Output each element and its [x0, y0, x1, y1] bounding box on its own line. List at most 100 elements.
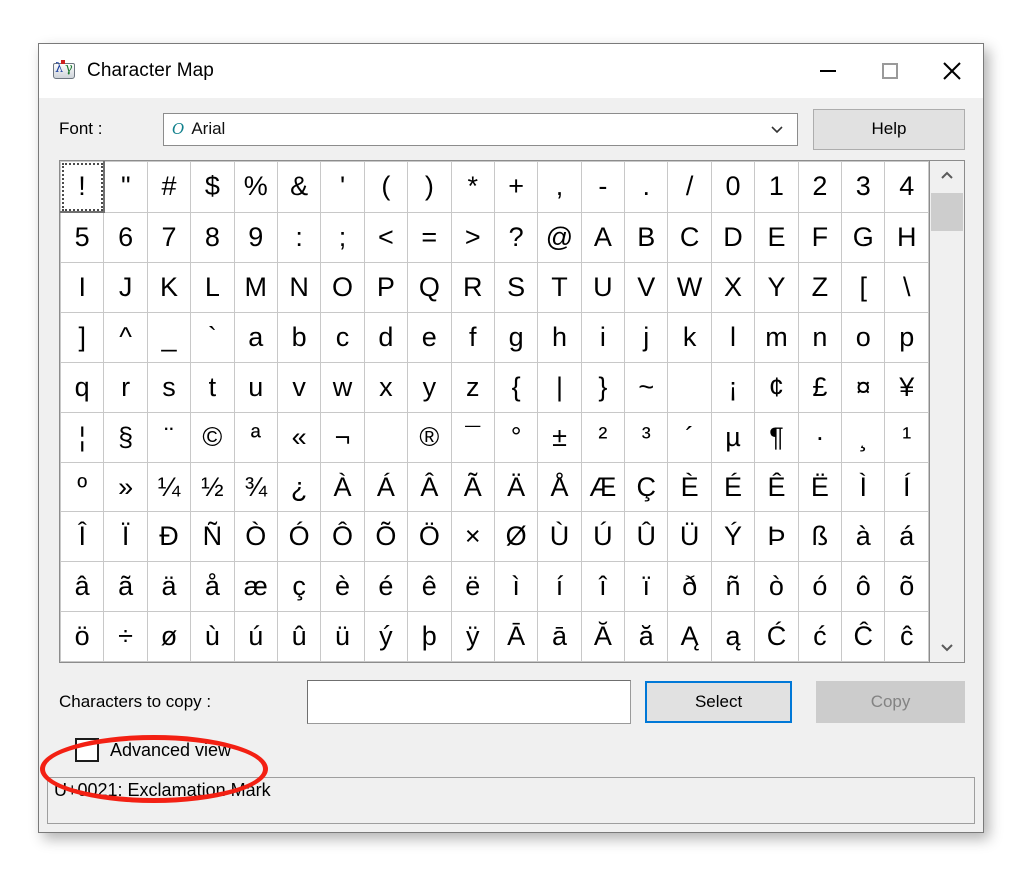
character-cell[interactable]: i: [580, 312, 626, 364]
character-cell[interactable]: Ð: [146, 511, 192, 563]
character-cell[interactable]: è: [320, 561, 365, 613]
character-cell[interactable]: 3: [841, 161, 886, 213]
character-cell[interactable]: Æ: [580, 461, 626, 513]
character-cell[interactable]: o: [841, 312, 886, 364]
character-cell[interactable]: Ä: [493, 461, 539, 513]
character-cell[interactable]: 6: [103, 211, 148, 264]
character-cell[interactable]: Â: [407, 461, 452, 513]
character-cell[interactable]: /: [667, 161, 712, 213]
character-cell[interactable]: Ñ: [190, 511, 235, 563]
character-cell[interactable]: ×: [450, 511, 495, 563]
character-cell[interactable]: 4: [884, 161, 929, 213]
character-cell[interactable]: Q: [407, 262, 452, 314]
character-cell[interactable]: ð: [667, 561, 712, 613]
character-cell[interactable]: É: [710, 461, 756, 513]
character-cell[interactable]: _: [146, 312, 192, 364]
character-cell[interactable]: q: [60, 362, 105, 413]
character-cell[interactable]: L: [190, 262, 235, 314]
character-cell[interactable]: #: [146, 161, 192, 213]
character-cell[interactable]: |: [537, 362, 582, 413]
character-cell[interactable]: g: [493, 312, 539, 364]
character-cell[interactable]: ÷: [103, 611, 148, 662]
character-cell[interactable]: -: [580, 161, 626, 213]
character-cell[interactable]: 0: [710, 161, 756, 213]
character-cell[interactable]: ^: [103, 312, 148, 364]
character-cell[interactable]: s: [146, 362, 192, 413]
character-cell[interactable]: ú: [233, 611, 278, 662]
character-cell[interactable]: @: [537, 211, 582, 264]
character-cell[interactable]: d: [363, 312, 409, 364]
character-cell[interactable]: B: [624, 211, 669, 264]
character-cell[interactable]: é: [363, 561, 409, 613]
character-cell[interactable]: ç: [276, 561, 322, 613]
character-cell[interactable]: ß: [797, 511, 843, 563]
character-cell[interactable]: ³: [624, 411, 669, 463]
character-cell[interactable]: ?: [493, 211, 539, 264]
character-cell[interactable]: £: [797, 362, 843, 413]
character-cell[interactable]: w: [320, 362, 365, 413]
character-cell[interactable]: T: [537, 262, 582, 314]
character-cell[interactable]: ă: [624, 611, 669, 662]
character-cell[interactable]: Ã: [450, 461, 495, 513]
character-cell[interactable]: z: [450, 362, 495, 413]
character-cell[interactable]: Ù: [537, 511, 582, 563]
character-cell[interactable]: ]: [60, 312, 105, 364]
character-cell[interactable]: Ì: [841, 461, 886, 513]
character-cell[interactable]: Ý: [710, 511, 756, 563]
character-cell[interactable]: ": [103, 161, 148, 213]
character-cell[interactable]: p: [884, 312, 929, 364]
character-cell[interactable]: j: [624, 312, 669, 364]
character-cell[interactable]: \: [884, 262, 929, 314]
character-cell[interactable]: Ú: [580, 511, 626, 563]
character-cell[interactable]: Z: [797, 262, 843, 314]
character-cell[interactable]: F: [797, 211, 843, 264]
character-cell[interactable]: ¾: [233, 461, 278, 513]
character-cell[interactable]: ā: [537, 611, 582, 662]
character-cell[interactable]: á: [884, 511, 929, 563]
character-cell[interactable]: Ï: [103, 511, 148, 563]
character-cell[interactable]: ¯: [450, 411, 495, 463]
character-cell[interactable]: ~: [624, 362, 669, 413]
minimize-button[interactable]: [797, 44, 859, 98]
character-cell[interactable]: ü: [320, 611, 365, 662]
character-cell[interactable]: §: [103, 411, 148, 463]
character-cell[interactable]: Ö: [407, 511, 452, 563]
character-cell[interactable]: h: [537, 312, 582, 364]
character-cell[interactable]: Ć: [754, 611, 799, 662]
character-cell[interactable]: ®: [407, 411, 452, 463]
character-cell[interactable]: $: [190, 161, 235, 213]
character-cell[interactable]: ÿ: [450, 611, 495, 662]
character-cell[interactable]: P: [363, 262, 409, 314]
character-cell[interactable]: Ā: [493, 611, 539, 662]
help-button[interactable]: Help: [813, 108, 965, 150]
advanced-view-checkbox[interactable]: [75, 738, 99, 762]
character-cell[interactable]: b: [276, 312, 322, 364]
character-cell[interactable]: {: [493, 362, 539, 413]
character-cell[interactable]: ¨: [146, 411, 192, 463]
scroll-down-button[interactable]: [930, 632, 964, 662]
character-cell[interactable]: f: [450, 312, 495, 364]
scrollbar-thumb[interactable]: [931, 193, 963, 231]
close-button[interactable]: [921, 44, 983, 98]
character-cell[interactable]: Ê: [754, 461, 799, 513]
character-cell[interactable]: m: [754, 312, 799, 364]
character-cell[interactable]: l: [710, 312, 756, 364]
character-cell[interactable]: À: [320, 461, 365, 513]
character-cell[interactable]: û: [276, 611, 322, 662]
character-cell[interactable]: ó: [797, 561, 843, 613]
character-cell[interactable]: ô: [841, 561, 886, 613]
character-cell[interactable]: U: [580, 262, 626, 314]
character-cell[interactable]: ć: [797, 611, 843, 662]
character-cell[interactable]: M: [233, 262, 278, 314]
character-cell[interactable]: C: [667, 211, 712, 264]
character-cell[interactable]: È: [667, 461, 712, 513]
character-cell[interactable]: ¼: [146, 461, 192, 513]
character-cell[interactable]: ½: [190, 461, 235, 513]
character-cell[interactable]: c: [320, 312, 365, 364]
character-cell[interactable]: v: [276, 362, 322, 413]
character-cell[interactable]: ï: [624, 561, 669, 613]
character-cell[interactable]: µ: [710, 411, 756, 463]
character-cell[interactable]: Û: [624, 511, 669, 563]
character-cell[interactable]: ©: [190, 411, 235, 463]
character-cell[interactable]: ,: [537, 161, 582, 213]
